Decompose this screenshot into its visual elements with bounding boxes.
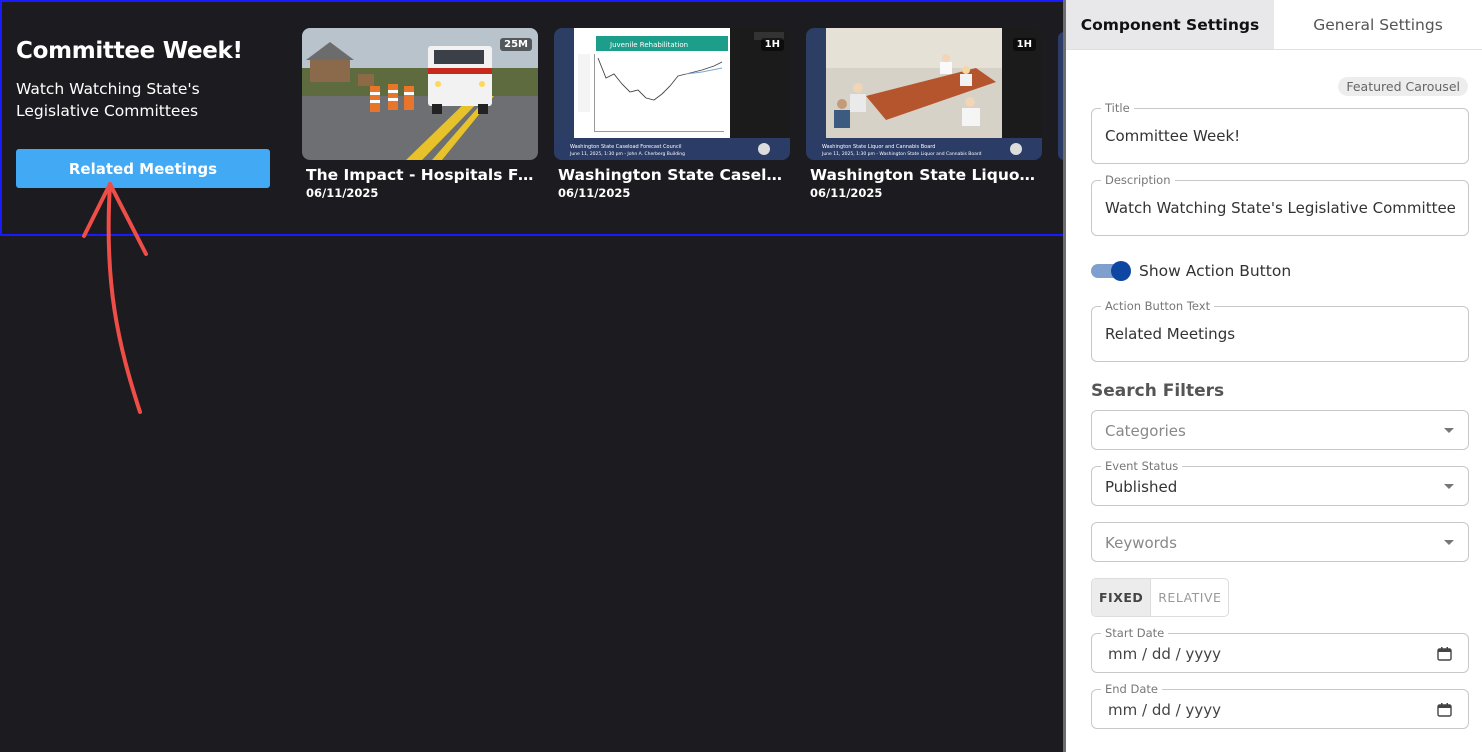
show-action-button-toggle[interactable]: Show Action Button [1091, 258, 1291, 284]
video-card[interactable]: 25M The Impact - Hospitals Fea... 06/11/… [302, 28, 538, 200]
meeting-room-image: Washington State Liquor and Cannabis Boa… [806, 28, 1042, 160]
toggle-knob [1111, 261, 1131, 281]
description-field[interactable]: Description [1091, 173, 1469, 236]
card-title[interactable]: Washington State Caseloa... [558, 166, 788, 184]
slide-heading: Juvenile Rehabilitation [609, 41, 688, 49]
caption-line1: Washington State Caseload Forecast Counc… [570, 144, 681, 150]
video-card[interactable]: Washington State Liquor and Cannabis Boa… [806, 28, 1042, 200]
action-button-text-label: Action Button Text [1101, 299, 1215, 313]
caption-line1: Washington State Liquor and Cannabis Boa… [822, 144, 935, 150]
end-date-label: End Date [1101, 682, 1162, 696]
date-mode-toggle: FIXED RELATIVE [1091, 578, 1230, 617]
title-field-label: Title [1101, 101, 1134, 115]
chevron-down-icon [1444, 484, 1454, 489]
carousel-title: Committee Week! [16, 38, 243, 64]
categories-select[interactable]: Categories [1091, 410, 1469, 450]
description-input[interactable] [1092, 181, 1468, 235]
date-mode-fixed[interactable]: FIXED [1092, 579, 1152, 616]
video-card[interactable]: Juvenile Rehabilitation Washington State… [554, 28, 790, 200]
event-status-select[interactable]: Event Status Published [1091, 459, 1469, 506]
event-status-label: Event Status [1101, 459, 1183, 473]
categories-placeholder: Categories [1105, 422, 1186, 440]
toggle-label: Show Action Button [1139, 262, 1292, 280]
title-field[interactable]: Title [1091, 101, 1469, 164]
event-status-value: Published [1105, 478, 1178, 496]
action-button-text-input[interactable] [1092, 307, 1468, 361]
duration-badge: 25M [500, 38, 532, 51]
title-input[interactable] [1092, 109, 1468, 163]
carousel-description: Watch Watching State's Legislative Commi… [16, 80, 200, 120]
action-button-text-field[interactable]: Action Button Text [1091, 299, 1469, 362]
video-thumbnail[interactable]: 25M [302, 28, 538, 160]
caption-line2: June 11, 2025, 1:30 pm - John A. Cherber… [569, 151, 685, 157]
carousel-intro: Committee Week! Watch Watching State's L… [16, 38, 276, 122]
chevron-down-icon [1444, 428, 1454, 433]
end-date-placeholder: mm / dd / yyyy [1108, 701, 1221, 719]
caption-line2: June 11, 2025, 1:30 pm - Washington Stat… [821, 151, 982, 157]
tab-component-settings[interactable]: Component Settings [1066, 0, 1274, 49]
featured-carousel[interactable]: Committee Week! Watch Watching State's L… [0, 0, 1066, 236]
card-title[interactable]: Washington State Liquor... [810, 166, 1040, 184]
preview-area: Committee Week! Watch Watching State's L… [0, 0, 1066, 752]
card-date: 06/11/2025 [810, 186, 883, 200]
keywords-placeholder: Keywords [1105, 534, 1177, 552]
settings-tabs: Component Settings General Settings [1066, 0, 1482, 50]
description-field-label: Description [1101, 173, 1175, 187]
toggle-switch[interactable] [1091, 261, 1131, 281]
chevron-down-icon [1444, 540, 1454, 545]
calendar-icon[interactable] [1437, 702, 1452, 717]
settings-panel: Component Settings General Settings Feat… [1066, 0, 1482, 752]
start-date-field[interactable]: Start Date mm / dd / yyyy [1091, 626, 1469, 673]
keywords-select[interactable]: Keywords [1091, 522, 1469, 562]
search-filters-heading: Search Filters [1091, 381, 1225, 401]
start-date-label: Start Date [1101, 626, 1169, 640]
slide-chart-image: Juvenile Rehabilitation Washington State… [554, 28, 790, 160]
component-type-chip: Featured Carousel [1338, 77, 1468, 96]
tab-general-settings[interactable]: General Settings [1274, 0, 1482, 49]
duration-badge: 1H [760, 38, 784, 51]
card-date: 06/11/2025 [558, 186, 631, 200]
calendar-icon[interactable] [1437, 646, 1452, 661]
duration-badge: 1H [1012, 38, 1036, 51]
card-date: 06/11/2025 [306, 186, 379, 200]
start-date-placeholder: mm / dd / yyyy [1108, 645, 1221, 663]
annotation-arrow-icon [82, 182, 148, 414]
card-title[interactable]: The Impact - Hospitals Fea... [306, 166, 536, 184]
video-thumbnail[interactable]: Juvenile Rehabilitation Washington State… [554, 28, 790, 160]
video-thumbnail[interactable]: Washington State Liquor and Cannabis Boa… [806, 28, 1042, 160]
date-mode-relative[interactable]: RELATIVE [1151, 579, 1228, 616]
end-date-field[interactable]: End Date mm / dd / yyyy [1091, 682, 1469, 729]
